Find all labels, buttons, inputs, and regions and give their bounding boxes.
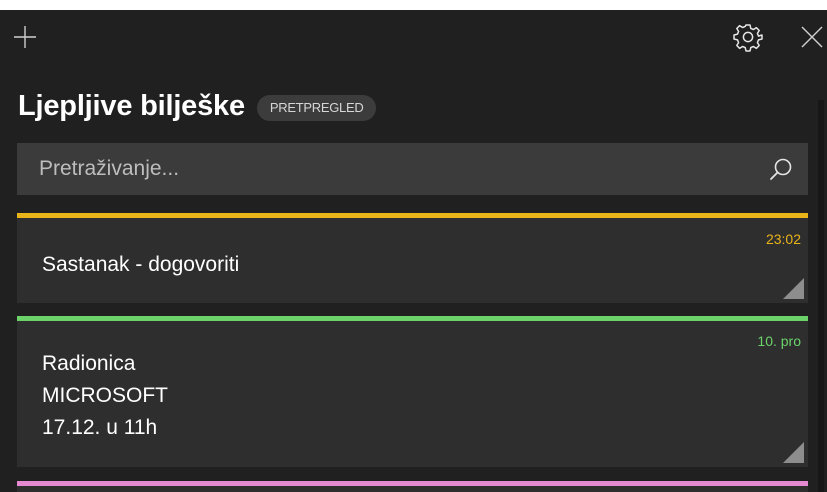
- preview-badge: PRETPREGLED: [256, 94, 377, 121]
- note-line: Sastanak - dogovoriti: [42, 253, 240, 276]
- page-title: Ljepljive bilješke: [18, 89, 245, 122]
- title-bar: [0, 10, 827, 80]
- new-note-button[interactable]: [10, 22, 40, 52]
- scrollbar[interactable]: [818, 100, 824, 492]
- note-card[interactable]: 23:02 Sastanak - dogovoriti: [17, 213, 808, 303]
- note-line: 17.12. u 11h: [42, 416, 158, 439]
- header: Ljepljive bilješke PRETPREGLED: [18, 86, 377, 126]
- note-timestamp: 23:02: [765, 231, 801, 247]
- close-icon: [801, 26, 822, 48]
- note-timestamp: 10. pro: [757, 333, 801, 349]
- plus-icon: [14, 26, 36, 48]
- close-button[interactable]: [796, 22, 827, 52]
- note-card[interactable]: [17, 481, 808, 492]
- note-corner-fold: [783, 278, 804, 299]
- search-box: [17, 143, 808, 195]
- window-top-edge: [0, 0, 827, 10]
- settings-button[interactable]: [730, 20, 766, 54]
- note-line: MICROSOFT: [42, 384, 168, 407]
- note-color-bar: [17, 213, 808, 218]
- gear-icon: [733, 24, 763, 52]
- note-color-bar: [17, 316, 808, 321]
- note-line: Radionica: [42, 352, 136, 375]
- note-card[interactable]: 10. pro Radionica MICROSOFT 17.12. u 11h: [17, 316, 808, 467]
- note-corner-fold: [783, 442, 804, 463]
- search-input[interactable]: [17, 143, 757, 195]
- note-color-bar: [17, 481, 808, 486]
- search-icon[interactable]: [768, 156, 794, 182]
- note-body: Sastanak - dogovoriti: [42, 249, 239, 281]
- note-body: Radionica MICROSOFT 17.12. u 11h: [42, 348, 168, 444]
